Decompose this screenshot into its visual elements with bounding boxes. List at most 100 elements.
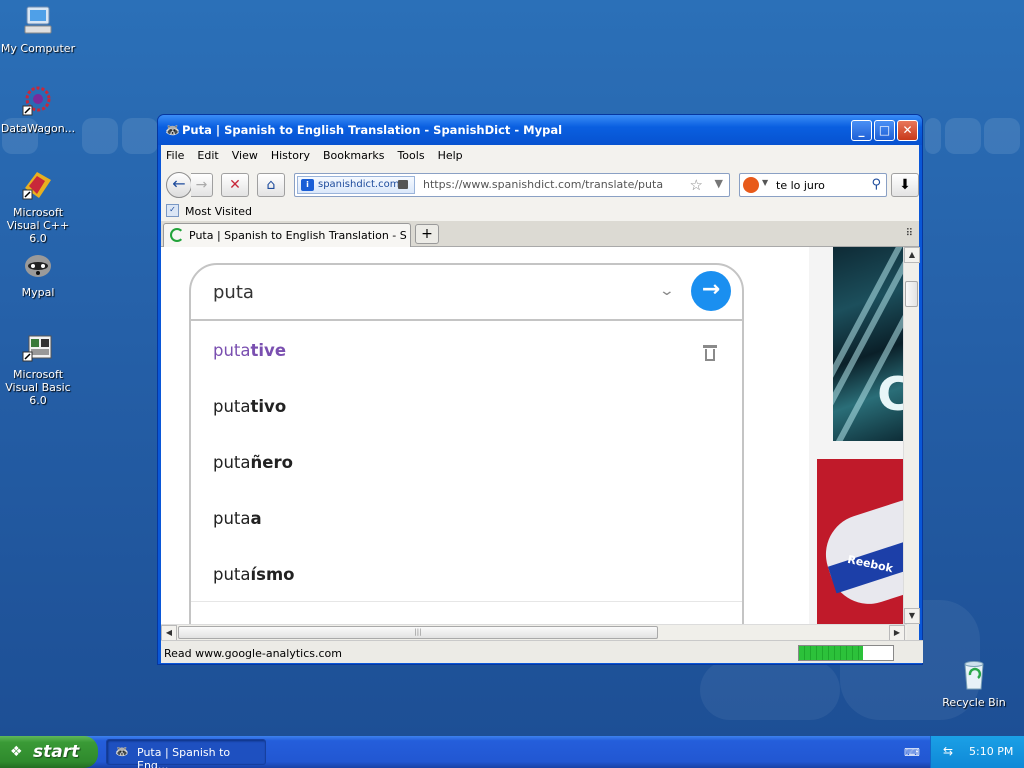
mypal-icon: 🦝	[165, 123, 180, 137]
status-text: Read www.google-analytics.com	[164, 647, 342, 660]
desktop-icon-my-computer[interactable]: My Computer	[0, 4, 78, 55]
suggestion-item[interactable]: putañero	[213, 453, 293, 472]
start-button[interactable]: ❖ start	[0, 736, 98, 768]
desktop-decoration	[122, 118, 158, 154]
menu-file[interactable]: File	[166, 149, 184, 162]
desktop-decoration	[945, 118, 981, 154]
bookmark-star-icon[interactable]: ☆	[690, 176, 703, 194]
search-engine-icon[interactable]	[743, 177, 759, 193]
navigation-toolbar: ← → ✕ ⌂ i spanishdict.com https://www.sp…	[161, 165, 919, 201]
suggestion-item[interactable]: putative	[213, 341, 286, 360]
menu-help[interactable]: Help	[438, 149, 463, 162]
trash-icon[interactable]	[703, 345, 717, 361]
translate-search-box: puta ⌄ → putative putativo putañero puta…	[189, 263, 744, 624]
search-input[interactable]: te lo juro	[776, 179, 825, 192]
visual-basic-icon	[21, 330, 55, 364]
scroll-thumb[interactable]: |||	[178, 626, 658, 639]
chevron-down-icon[interactable]: ⌄	[659, 283, 675, 299]
tab-list-icon[interactable]: ⠿	[906, 228, 913, 239]
suggestion-rest: tive	[250, 341, 287, 360]
desktop-decoration	[82, 118, 118, 154]
chevron-down-icon[interactable]: ▼	[762, 178, 768, 187]
divider	[191, 601, 742, 602]
scroll-up-icon[interactable]: ▲	[904, 247, 920, 263]
desktop-icon-visual-basic[interactable]: Microsoft Visual Basic 6.0	[0, 330, 78, 407]
scroll-thumb[interactable]	[905, 281, 918, 307]
windows-logo-icon: ❖	[10, 744, 23, 760]
clock[interactable]: 5:10 PM	[969, 745, 1013, 758]
visual-cpp-icon	[21, 168, 55, 202]
back-button[interactable]: ←	[166, 172, 192, 198]
menu-bar: File Edit View History Bookmarks Tools H…	[161, 145, 919, 165]
minimize-button[interactable]: _	[851, 120, 872, 141]
menu-bookmarks[interactable]: Bookmarks	[323, 149, 384, 162]
scroll-left-icon[interactable]: ◀	[161, 625, 177, 641]
suggestion-rest: ñero	[250, 453, 293, 472]
progress-fill	[799, 646, 863, 660]
site-identity-button[interactable]: i spanishdict.com	[297, 176, 415, 194]
desktop-icon-label: Mypal	[21, 286, 55, 299]
page-content: puta ⌄ → putative putativo putañero puta…	[161, 247, 907, 624]
desktop-icon-datawagon[interactable]: DataWagon...	[0, 84, 78, 135]
downloads-button[interactable]: ⬇	[891, 173, 919, 197]
translate-go-button[interactable]: →	[691, 271, 731, 311]
system-tray: ⇆ 5:10 PM	[930, 736, 1024, 768]
page-load-progress	[798, 645, 894, 661]
suggestion-rest: tivo	[250, 397, 287, 416]
keyboard-icon[interactable]: ⌨	[904, 746, 920, 759]
scroll-right-icon[interactable]: ▶	[889, 625, 905, 641]
menu-history[interactable]: History	[271, 149, 310, 162]
horizontal-scrollbar[interactable]: ◀ ||| ▶	[161, 624, 907, 641]
sneaker-image: Reebok	[817, 497, 905, 615]
advertisement-image[interactable]: C	[833, 247, 905, 441]
menu-edit[interactable]: Edit	[197, 149, 218, 162]
most-visited-icon: ✓	[166, 204, 179, 217]
scroll-down-icon[interactable]: ▼	[904, 608, 920, 624]
stop-button[interactable]: ✕	[221, 173, 249, 197]
forward-button[interactable]: →	[191, 173, 213, 197]
most-visited-folder[interactable]: Most Visited	[185, 205, 252, 218]
desktop-icon-label: Recycle Bin	[942, 696, 1006, 709]
suggestion-rest: ísmo	[250, 565, 295, 584]
tab-label: Puta | Spanish to English Translation - …	[189, 229, 407, 242]
home-button[interactable]: ⌂	[257, 173, 285, 197]
desktop-decoration	[700, 660, 840, 720]
datawagon-icon	[21, 84, 55, 118]
taskbar-item-browser[interactable]: 🦝 Puta | Spanish to Eng...	[106, 739, 266, 768]
bookmarks-toolbar: ✓ Most Visited	[161, 201, 919, 221]
close-button[interactable]: ✕	[897, 120, 918, 141]
advertisement-image[interactable]: Reebok	[817, 459, 905, 624]
suggestion-prefix: puta	[213, 341, 251, 360]
lock-icon	[398, 180, 408, 189]
tab-strip: Puta | Spanish to English Translation - …	[161, 221, 919, 247]
desktop-decoration	[925, 118, 941, 154]
suggestion-item[interactable]: putaa	[213, 509, 262, 528]
url-dropdown-icon[interactable]: ▼	[715, 177, 723, 190]
translate-query-input[interactable]: puta	[213, 282, 254, 303]
suggestion-prefix: puta	[213, 509, 251, 528]
menu-view[interactable]: View	[232, 149, 258, 162]
new-tab-button[interactable]: +	[415, 224, 439, 244]
suggestion-prefix: puta	[213, 397, 251, 416]
maximize-button[interactable]: □	[874, 120, 895, 141]
title-bar[interactable]: 🦝 Puta | Spanish to English Translation …	[158, 115, 922, 145]
desktop-icon-visual-cpp[interactable]: Microsoft Visual C++ 6.0	[0, 168, 78, 245]
desktop-icon-label: DataWagon...	[0, 122, 76, 135]
url-text[interactable]: https://www.spanishdict.com/translate/pu…	[423, 178, 663, 191]
identity-domain: spanishdict.com	[318, 179, 400, 190]
taskbar: ❖ start 🦝 Puta | Spanish to Eng... ⌨ ⇆ 5…	[0, 736, 1024, 768]
suggestion-item[interactable]: putaísmo	[213, 565, 295, 584]
search-bar[interactable]: ▼ te lo juro ⚲	[739, 173, 887, 197]
search-icon[interactable]: ⚲	[871, 177, 881, 192]
desktop-icon-mypal[interactable]: Mypal	[0, 248, 78, 299]
tab-active[interactable]: Puta | Spanish to English Translation - …	[163, 223, 411, 247]
desktop-icon-recycle-bin[interactable]: Recycle Bin	[934, 658, 1014, 709]
taskbar-item-label: Puta | Spanish to Eng...	[137, 746, 231, 768]
start-label: start	[33, 742, 80, 762]
menu-tools[interactable]: Tools	[397, 149, 424, 162]
desktop-icon-label: Microsoft Visual C++ 6.0	[6, 206, 70, 245]
vertical-scrollbar[interactable]: ▲ ▼	[903, 247, 920, 624]
network-icon[interactable]: ⇆	[943, 744, 953, 758]
url-bar[interactable]: i spanishdict.com https://www.spanishdic…	[294, 173, 730, 197]
suggestion-item[interactable]: putativo	[213, 397, 286, 416]
